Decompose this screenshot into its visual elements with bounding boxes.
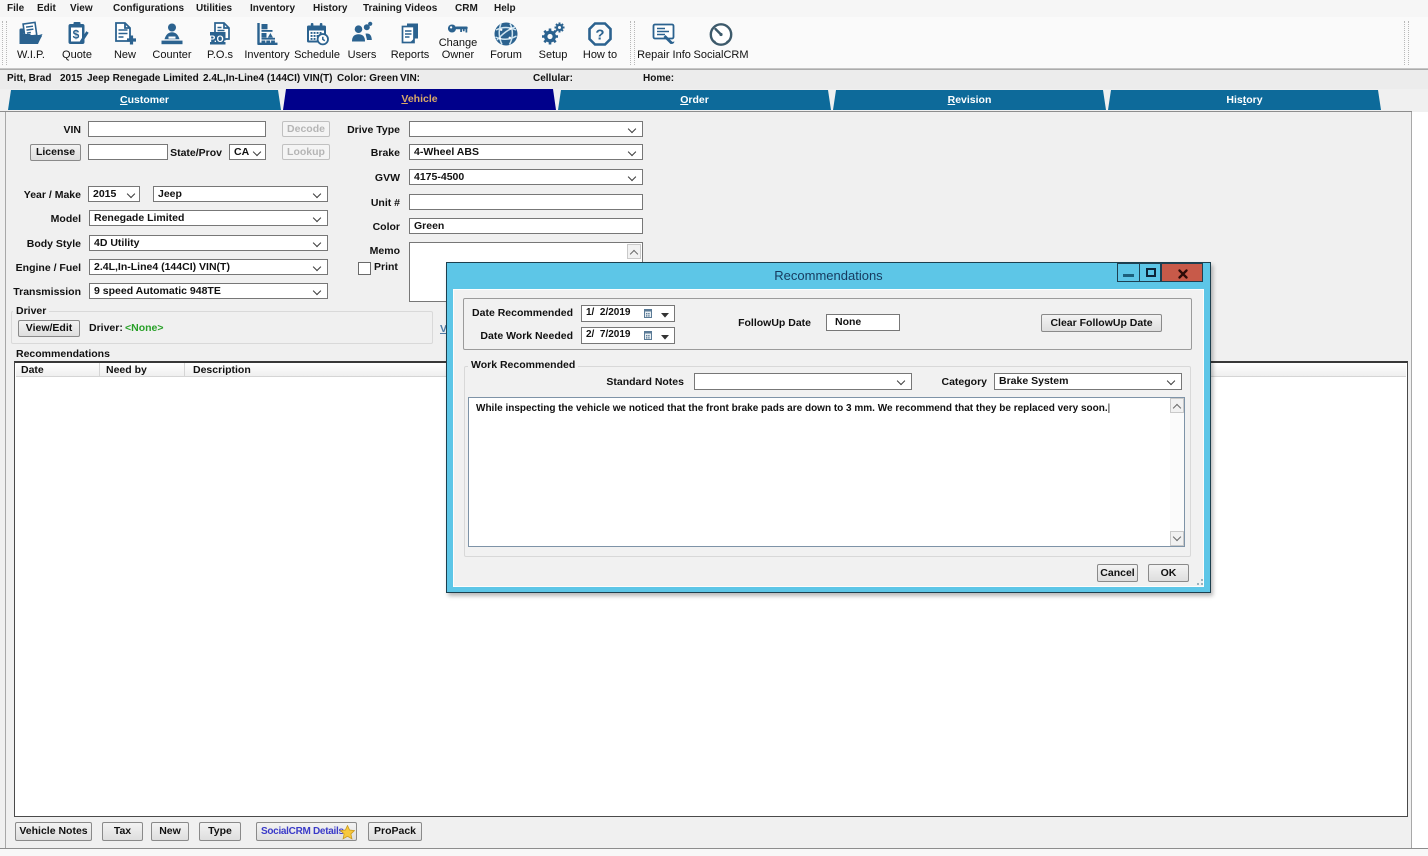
svg-text:$: $	[73, 28, 80, 42]
svg-text:?: ?	[595, 27, 604, 44]
svg-text:P.O.: P.O.	[209, 34, 226, 44]
